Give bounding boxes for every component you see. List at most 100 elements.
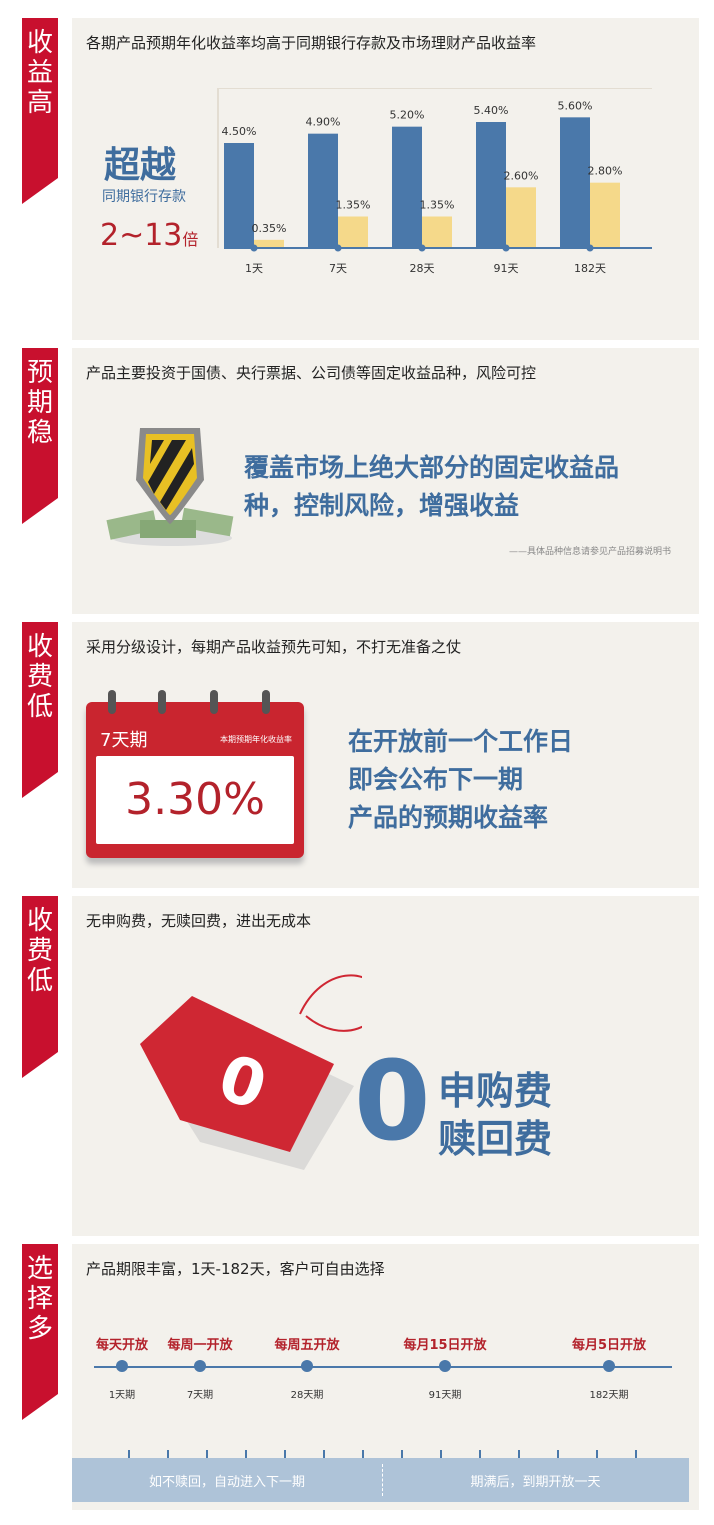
bar-1天-1 (254, 239, 284, 248)
timeline-term-label: 28天期 (290, 1390, 324, 1401)
category-label: 28天 (410, 262, 435, 275)
timeline-term-label: 182天期 (589, 1390, 629, 1401)
ring-icon (108, 690, 116, 714)
calendar-line-1: 在开放前一个工作日 (348, 727, 574, 756)
fee-line-2: 赎回费 (438, 1117, 553, 1161)
axis-dot (250, 244, 258, 252)
ribbon-low-fee-2: 收 费 低 (22, 896, 58, 1078)
ribbon-high-yield: 收 益 高 (22, 18, 58, 204)
ribbon-many-choices: 选 择 多 (22, 1244, 58, 1420)
category-label: 1天 (245, 262, 263, 275)
yield-bar-chart: 4.50% 0.35% 1天 4.90% 1.35% 7天 5.20% 1.35% 28天 5.4… (217, 88, 652, 275)
calendar-rate: 3.30% (125, 774, 265, 825)
big-zero: 0 (354, 1037, 431, 1165)
category-label: 182天 (574, 262, 606, 275)
calendar-panel-title: 采用分级设计，每期产品收益预先可知，不打无准备之仗 (86, 638, 462, 656)
timeline-open-label: 每天开放 (95, 1338, 148, 1353)
ribbon-char: 益 (26, 58, 53, 88)
timeline-dot (603, 1360, 615, 1372)
bar-91天-1 (506, 187, 536, 248)
category-label: 7天 (329, 262, 347, 275)
timeline-panel-title: 产品期限丰富，1天-182天，客户可自由选择 (86, 1260, 385, 1278)
axis-dot (586, 244, 594, 252)
calendar-sheet: 3.30% (96, 756, 294, 844)
ribbon-char: 费 (26, 936, 53, 966)
calendar-line-3: 产品的预期收益率 (348, 803, 549, 832)
timeline-axis (94, 1366, 672, 1368)
ribbon-char: 稳 (26, 418, 53, 448)
calendar-line-2: 即会公布下一期 (348, 765, 524, 794)
stable-panel: 产品主要投资于国债、央行票据、公司债等固定收益品种，风险可控 覆盖市场上绝大部分… (72, 348, 699, 614)
timeline-dot (116, 1360, 128, 1372)
bar-182天-0 (560, 117, 590, 248)
bar-value-label: 1.35% (336, 199, 371, 212)
bar-value-label: 1.35% (420, 199, 455, 212)
ribbon-char: 收 (26, 906, 53, 936)
bar-value-label: 5.60% (558, 99, 593, 112)
ribbon-char: 高 (26, 88, 53, 118)
timeline-term-label: 91天期 (428, 1390, 462, 1401)
yield-panel: 各期产品预期年化收益率均高于同期银行存款及市场理财产品收益率 超越 同期银行存款… (72, 18, 699, 340)
bar-28天-1 (422, 216, 452, 248)
bar-91天-0 (476, 122, 506, 248)
banner-left-text: 如不赎回，自动进入下一期 (148, 1475, 305, 1490)
axis-dot (502, 244, 510, 252)
bar-value-label: 2.60% (504, 169, 539, 182)
ribbon-char: 收 (26, 632, 53, 662)
multiple-text: 2~13倍 (100, 218, 198, 253)
bar-7天-0 (308, 133, 338, 248)
stable-panel-title: 产品主要投资于国债、央行票据、公司债等固定收益品种，风险可控 (86, 364, 537, 382)
ring-icon (262, 690, 270, 714)
timeline-open-label: 每月15日开放 (403, 1338, 487, 1353)
shield-money-icon (106, 428, 234, 546)
timeline-term-label: 7天期 (186, 1390, 214, 1401)
ring-icon (158, 690, 166, 714)
bar-value-label: 4.90% (306, 116, 341, 129)
ribbon-stable: 预 期 稳 (22, 348, 58, 524)
ribbon-low-fee-1: 收 费 低 (22, 622, 58, 798)
calendar-tag: 本期预期年化收益率 (220, 735, 292, 744)
ribbon-char: 费 (26, 662, 53, 692)
ring-icon (210, 690, 218, 714)
timeline-open-label: 每月5日开放 (571, 1338, 647, 1353)
bar-value-label: 5.20% (390, 109, 425, 122)
timeline-term-label: 1天期 (108, 1390, 136, 1401)
multiple-unit: 倍 (182, 230, 199, 249)
bar-value-label: 5.40% (474, 104, 509, 117)
ribbon-char: 收 (26, 28, 53, 58)
ribbon-char: 低 (26, 692, 53, 722)
ribbon-char: 低 (26, 966, 53, 996)
timeline-open-label: 每周一开放 (167, 1338, 233, 1353)
calendar-period: 7天期 (100, 730, 148, 751)
stable-note: ——具体品种信息请参见产品招募说明书 (508, 547, 671, 557)
exceed-subline: 同期银行存款 (102, 189, 186, 205)
bar-28天-0 (392, 126, 422, 248)
ribbon-char: 期 (26, 388, 53, 418)
bar-182天-1 (590, 182, 620, 248)
timeline-dot (194, 1360, 206, 1372)
ribbon-char: 多 (26, 1314, 53, 1344)
bar-7天-1 (338, 216, 368, 248)
calendar-rings (86, 690, 304, 714)
timeline-open-label: 每周五开放 (274, 1338, 340, 1353)
banner-right-text: 期满后，到期开放一天 (470, 1475, 601, 1490)
calendar-graphic: 7天期 本期预期年化收益率 3.30% (86, 690, 304, 858)
bar-value-label: 4.50% (222, 125, 257, 138)
ribbon-char: 择 (26, 1284, 53, 1314)
fee-panel-title: 无申购费，无赎回费，进出无成本 (86, 912, 312, 930)
yield-panel-title: 各期产品预期年化收益率均高于同期银行存款及市场理财产品收益率 (86, 34, 537, 52)
bar-value-label: 0.35% (252, 222, 287, 235)
category-label: 91天 (494, 262, 519, 275)
calendar-panel: 采用分级设计，每期产品收益预先可知，不打无准备之仗 7天期 本期预期年化收益率 … (72, 622, 699, 888)
fee-line-1: 申购费 (438, 1069, 553, 1113)
axis-dot (418, 244, 426, 252)
bar-value-label: 2.80% (588, 165, 623, 178)
ribbon-char: 选 (26, 1254, 53, 1284)
timeline-banner: 如不赎回，自动进入下一期 期满后，到期开放一天 (72, 1458, 689, 1502)
timeline-panel: 产品期限丰富，1天-182天，客户可自由选择 每天开放 1天期 每周一开放 7天… (72, 1244, 699, 1510)
timeline-dot (439, 1360, 451, 1372)
exceed-headline: 超越 (104, 145, 177, 186)
multiple-value: 2~13 (100, 218, 183, 253)
bar-1天-0 (224, 143, 254, 248)
ribbon-char: 预 (26, 358, 53, 388)
